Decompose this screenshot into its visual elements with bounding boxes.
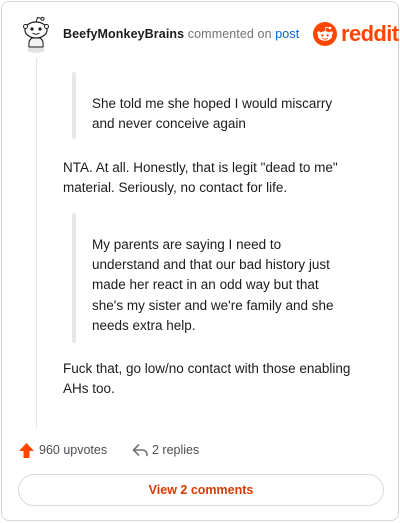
comment-header: BeefyMonkeyBrains commented on post [63,27,299,41]
quote-line: and never conceive again [92,116,246,131]
thread-line[interactable] [36,58,37,428]
quote-line: understand and that our bad history just [92,257,330,272]
reddit-wordmark[interactable]: reddit [341,21,399,47]
post-link[interactable]: post [275,27,299,41]
reddit-logo-icon[interactable] [313,22,337,46]
blockquote-bar [72,72,76,139]
quote-line: made her react in an odd way but that [92,277,319,292]
comment-text-line: AHs too. [63,381,115,396]
comment-card: BeefyMonkeyBrains commented on post redd… [1,1,399,521]
upvote-arrow-icon[interactable] [18,442,35,459]
reply-arrow-icon[interactable] [132,443,149,458]
quote-line: My parents are saying I need to [92,237,282,252]
upvote-count[interactable]: 960 upvotes [39,443,107,457]
comment-text-line: Fuck that, go low/no contact with those … [63,361,351,376]
comment-text-line: NTA. At all. Honestly, that is legit "de… [63,160,338,175]
quote-line: She told me she hoped I would miscarry [92,96,333,111]
username-link[interactable]: BeefyMonkeyBrains [63,27,184,41]
reply-count[interactable]: 2 replies [152,443,199,457]
commented-label: commented on [187,27,272,41]
blockquote-bar [72,213,76,343]
quote-line: needs extra help. [92,318,196,333]
snoo-avatar-icon[interactable] [20,16,52,54]
view-comments-button[interactable]: View 2 comments [18,474,384,506]
comment-text-line: material. Seriously, no contact for life… [63,180,288,195]
quote-line: she's my sister and we're family and she [92,298,334,313]
